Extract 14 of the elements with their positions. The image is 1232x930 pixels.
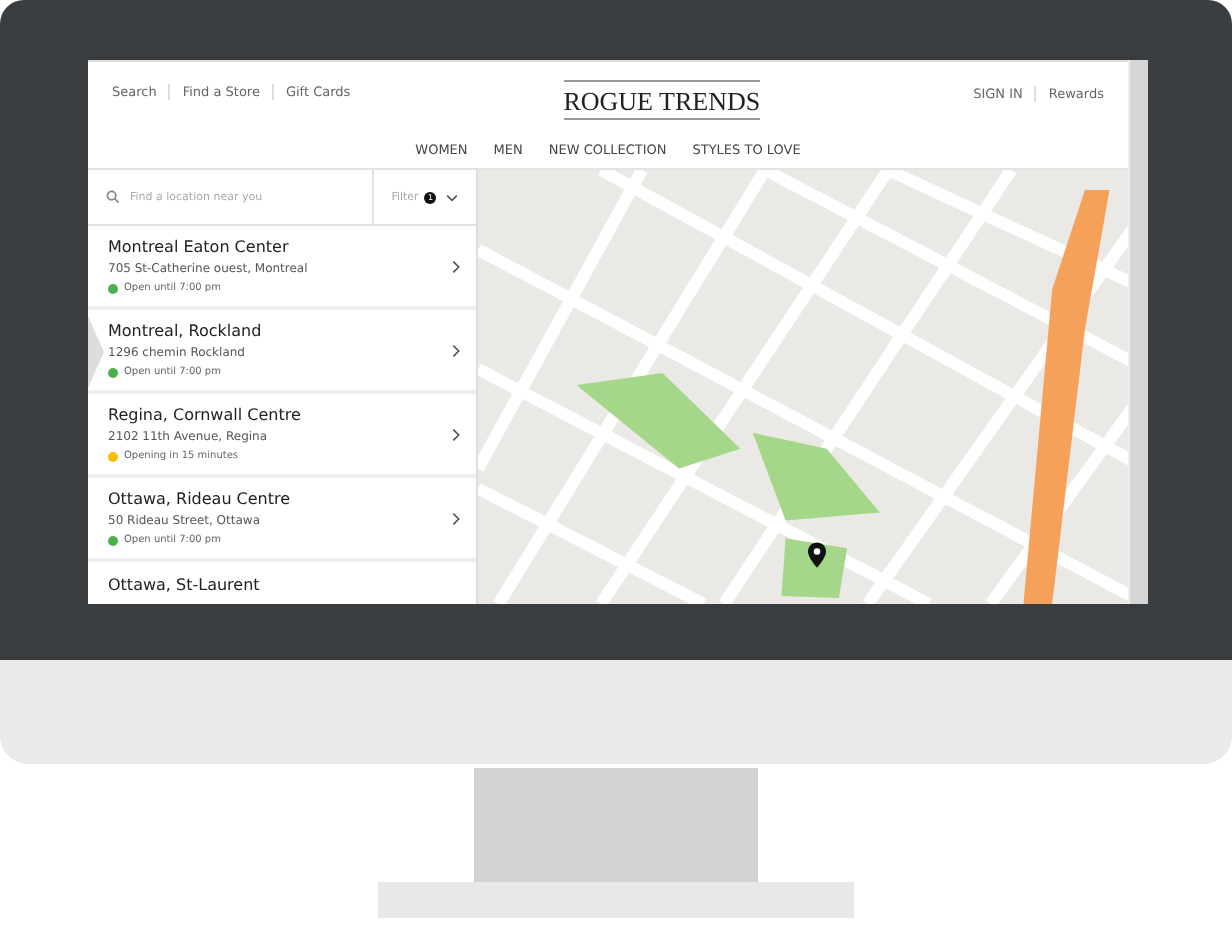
store-name: Ottawa, Rideau Centre [108, 490, 293, 508]
chevron-right-icon [452, 511, 460, 525]
store-name: Ottawa, St-Laurent [108, 576, 262, 594]
store-name: Montreal, Rockland [108, 322, 264, 340]
store-name: Montreal Eaton Center [108, 238, 291, 256]
map-pin-icon[interactable] [808, 542, 826, 568]
logo[interactable]: ROGUE TRENDS [563, 80, 761, 120]
caret-icon [446, 193, 459, 201]
scrollbar[interactable] [1128, 60, 1148, 604]
chevron-right-icon [452, 427, 460, 441]
chevron-right-icon [452, 343, 460, 357]
chevron-right-icon [452, 259, 460, 273]
search-icon [106, 190, 120, 204]
store-name: Regina, Cornwall Centre [108, 406, 303, 424]
